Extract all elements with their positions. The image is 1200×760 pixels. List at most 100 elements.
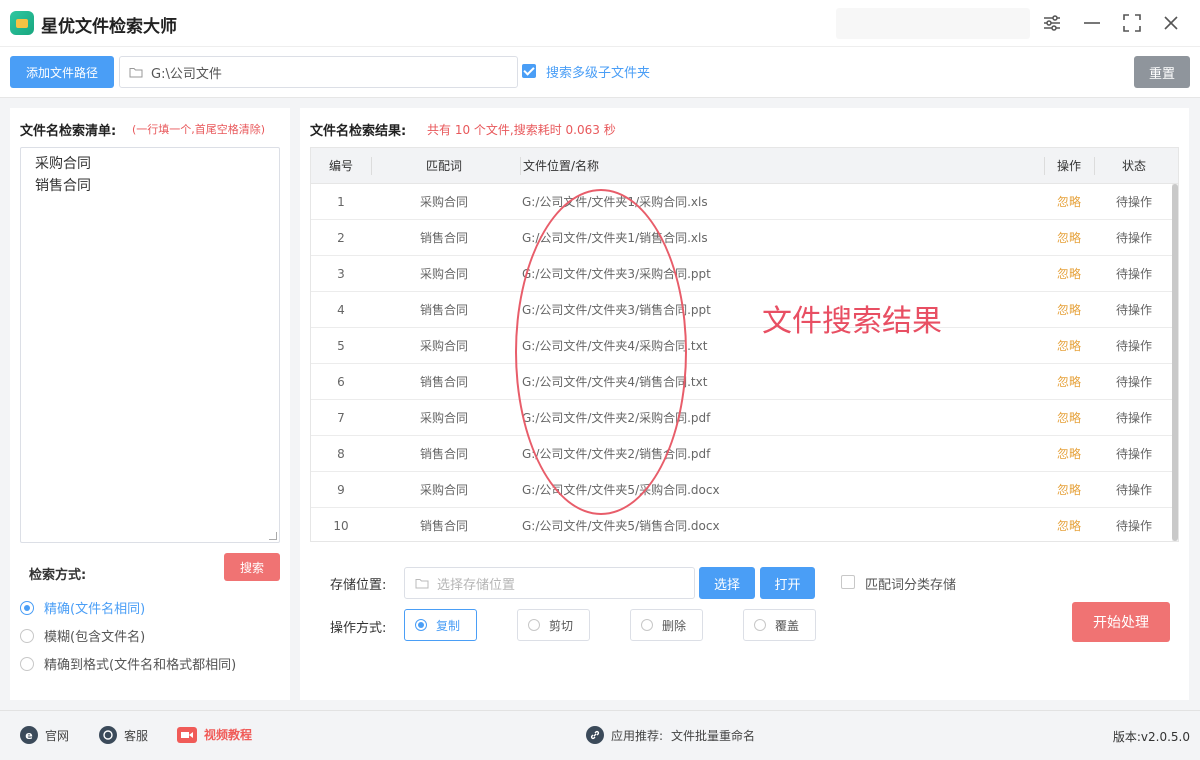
classify-by-keyword-label[interactable]: 匹配词分类存储 <box>865 574 956 593</box>
radio-icon[interactable] <box>20 628 34 643</box>
row-status: 待操作 <box>1115 411 1152 425</box>
row-ignore-link[interactable]: 忽略 <box>1044 184 1094 220</box>
table-scrollbar-thumb[interactable] <box>1172 184 1178 541</box>
row-keyword: 销售合同 <box>419 231 468 245</box>
reset-button[interactable]: 重置 <box>1134 56 1190 88</box>
column-divider[interactable] <box>520 157 521 175</box>
row-keyword: 采购合同 <box>419 195 468 209</box>
operation-copy-option[interactable]: 复制 <box>404 609 477 641</box>
row-ignore-link[interactable]: 忽略 <box>1044 220 1094 256</box>
video-tutorial-link[interactable]: 视频教程 <box>177 726 252 743</box>
row-keyword: 采购合同 <box>419 267 468 281</box>
results-table: 编号 匹配词 文件位置/名称 操作 状态 1 采购合同 G:/公司文件/文件夹1/采… <box>310 147 1179 542</box>
search-mode-exact-format[interactable]: 精确到格式(文件名和格式都相同) <box>20 654 236 673</box>
close-icon[interactable] <box>1157 9 1185 37</box>
column-header-index[interactable]: 编号 <box>311 148 371 184</box>
row-keyword: 采购合同 <box>419 483 468 497</box>
row-file-path: G:/公司文件/文件夹1/采购合同.xls <box>522 195 708 209</box>
row-status: 待操作 <box>1115 195 1152 209</box>
search-mode-fuzzy[interactable]: 模糊(包含文件名) <box>20 626 145 645</box>
app-recommend-link[interactable]: 文件批量重命名 <box>671 727 755 744</box>
row-ignore-link[interactable]: 忽略 <box>1044 292 1094 328</box>
radio-icon[interactable] <box>754 619 766 631</box>
row-status: 待操作 <box>1115 267 1152 281</box>
row-ignore-link[interactable]: 忽略 <box>1044 472 1094 508</box>
file-name-line: 销售合同 <box>35 178 91 194</box>
operation-delete-option[interactable]: 删除 <box>630 609 703 641</box>
column-header-op[interactable]: 操作 <box>1044 148 1094 184</box>
choose-location-button[interactable]: 选择 <box>699 567 755 599</box>
link-icon <box>586 726 604 744</box>
radio-icon[interactable] <box>528 619 540 631</box>
row-ignore-link[interactable]: 忽略 <box>1044 400 1094 436</box>
app-title: 星优文件检索大师 <box>41 17 177 37</box>
video-camera-icon <box>177 726 197 743</box>
column-divider[interactable] <box>371 157 372 175</box>
search-mode-exact[interactable]: 精确(文件名相同) <box>20 598 145 617</box>
resize-grip-icon[interactable] <box>269 532 277 540</box>
row-ignore-link[interactable]: 忽略 <box>1044 328 1094 364</box>
table-row[interactable]: 1 采购合同 G:/公司文件/文件夹1/采购合同.xls 忽略 待操作 <box>311 184 1178 220</box>
app-recommend[interactable]: 应用推荐: 文件批量重命名 <box>586 726 755 744</box>
row-ignore-link[interactable]: 忽略 <box>1044 508 1094 541</box>
radio-icon[interactable] <box>415 619 427 631</box>
row-status: 待操作 <box>1115 447 1152 461</box>
operation-delete-label: 删除 <box>662 618 687 633</box>
table-row[interactable]: 2 销售合同 G:/公司文件/文件夹1/销售合同.xls 忽略 待操作 <box>311 220 1178 256</box>
add-file-path-button[interactable]: 添加文件路径 <box>10 56 114 88</box>
row-ignore-link[interactable]: 忽略 <box>1044 256 1094 292</box>
radio-icon[interactable] <box>20 656 34 671</box>
footer: e 官网 客服 视频教程 应用推荐: 文件批量重命名 版本:v2.0.5.0 <box>0 710 1200 760</box>
table-row[interactable]: 9 采购合同 G:/公司文件/文件夹5/采购合同.docx 忽略 待操作 <box>311 472 1178 508</box>
classify-by-keyword-checkbox[interactable] <box>841 575 855 589</box>
search-mode-exact-format-label: 精确到格式(文件名和格式都相同) <box>44 658 237 673</box>
open-location-button[interactable]: 打开 <box>760 567 815 599</box>
table-row[interactable]: 6 销售合同 G:/公司文件/文件夹4/销售合同.txt 忽略 待操作 <box>311 364 1178 400</box>
row-ignore-link[interactable]: 忽略 <box>1044 364 1094 400</box>
app-recommend-prefix: 应用推荐: <box>611 728 664 743</box>
search-mode-label: 检索方式: <box>29 568 87 583</box>
storage-location-input[interactable]: 选择存储位置 <box>404 567 695 599</box>
table-row[interactable]: 3 采购合同 G:/公司文件/文件夹3/采购合同.ppt 忽略 待操作 <box>311 256 1178 292</box>
search-button[interactable]: 搜索 <box>224 553 280 581</box>
search-mode-exact-label: 精确(文件名相同) <box>44 602 146 617</box>
search-mode-fuzzy-label: 模糊(包含文件名) <box>44 630 146 645</box>
minimize-icon[interactable] <box>1078 9 1106 37</box>
start-processing-button[interactable]: 开始处理 <box>1072 602 1170 642</box>
maximize-icon[interactable] <box>1118 9 1146 37</box>
file-name-list-textarea[interactable]: 采购合同 销售合同 <box>20 147 280 543</box>
official-site-link[interactable]: e 官网 <box>20 726 69 744</box>
table-row[interactable]: 5 采购合同 G:/公司文件/文件夹4/采购合同.txt 忽略 待操作 <box>311 328 1178 364</box>
column-header-keyword[interactable]: 匹配词 <box>384 148 504 184</box>
title-bar-search-field[interactable] <box>836 8 1030 39</box>
row-status: 待操作 <box>1115 339 1152 353</box>
radio-icon[interactable] <box>20 600 34 615</box>
row-status: 待操作 <box>1115 375 1152 389</box>
operation-cut-option[interactable]: 剪切 <box>517 609 590 641</box>
column-header-status[interactable]: 状态 <box>1094 148 1174 184</box>
path-input[interactable]: G:\公司文件 <box>119 56 518 88</box>
multi-level-subfolder-label[interactable]: 搜索多级子文件夹 <box>546 62 650 81</box>
row-ignore-link[interactable]: 忽略 <box>1044 436 1094 472</box>
settings-sliders-icon[interactable] <box>1038 9 1066 37</box>
operation-overwrite-option[interactable]: 覆盖 <box>743 609 816 641</box>
search-list-panel: 文件名检索清单: (一行填一个,首尾空格清除) 采购合同 销售合同 检索方式: … <box>10 108 290 700</box>
customer-service-link[interactable]: 客服 <box>99 726 148 744</box>
radio-icon[interactable] <box>641 619 653 631</box>
storage-location-placeholder: 选择存储位置 <box>437 577 516 593</box>
operation-overwrite-label: 覆盖 <box>775 618 800 633</box>
row-index: 2 <box>337 231 345 245</box>
table-row[interactable]: 7 采购合同 G:/公司文件/文件夹2/采购合同.pdf 忽略 待操作 <box>311 400 1178 436</box>
table-row[interactable]: 8 销售合同 G:/公司文件/文件夹2/销售合同.pdf 忽略 待操作 <box>311 436 1178 472</box>
column-header-path[interactable]: 文件位置/名称 <box>523 148 723 184</box>
table-row[interactable]: 10 销售合同 G:/公司文件/文件夹5/销售合同.docx 忽略 待操作 <box>311 508 1178 541</box>
annotation-text: 文件搜索结果 <box>762 304 942 339</box>
operation-cut-label: 剪切 <box>549 618 574 633</box>
results-panel: 文件名检索结果: 共有 10 个文件,搜索耗时 0.063 秒 编号 匹配词 文… <box>300 108 1189 700</box>
row-file-path: G:/公司文件/文件夹4/销售合同.txt <box>522 375 708 389</box>
multi-level-subfolder-checkbox[interactable] <box>522 64 536 78</box>
table-row[interactable]: 4 销售合同 G:/公司文件/文件夹3/销售合同.ppt 忽略 待操作 <box>311 292 1178 328</box>
row-keyword: 采购合同 <box>419 411 468 425</box>
row-index: 4 <box>337 303 345 317</box>
row-index: 6 <box>337 375 345 389</box>
